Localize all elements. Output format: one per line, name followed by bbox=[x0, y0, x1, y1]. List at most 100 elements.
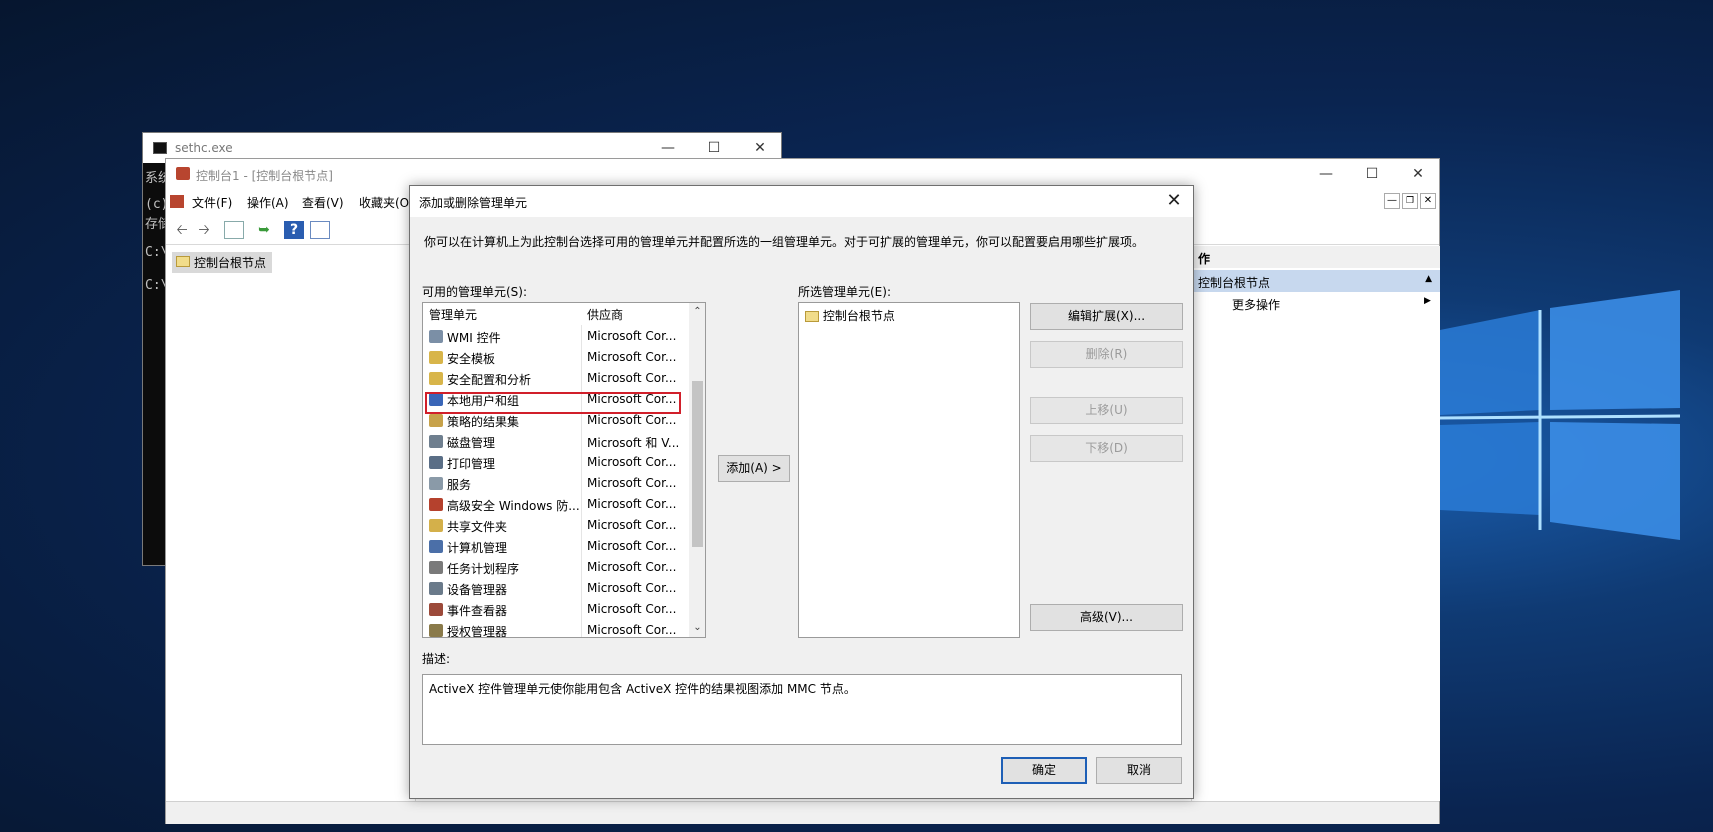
export-list-icon[interactable]: ➥ bbox=[254, 221, 274, 239]
snapin-icon bbox=[429, 624, 443, 637]
actions-header: 作 bbox=[1192, 246, 1440, 268]
snapin-row[interactable]: 共享文件夹 Microsoft Cor... bbox=[423, 515, 689, 536]
edit-extensions-button[interactable]: 编辑扩展(X)... bbox=[1030, 303, 1183, 330]
snapin-row[interactable]: 事件查看器 Microsoft Cor... bbox=[423, 599, 689, 620]
snapin-vendor: Microsoft Cor... bbox=[587, 371, 677, 385]
menu-file[interactable]: 文件(F) bbox=[192, 194, 232, 211]
help-icon[interactable]: ? bbox=[284, 221, 304, 239]
maximize-icon[interactable]: ☐ bbox=[1349, 159, 1395, 189]
snapin-name: 服务 bbox=[447, 478, 472, 492]
forward-icon[interactable]: 🡢 bbox=[194, 221, 214, 239]
advanced-button[interactable]: 高级(V)... bbox=[1030, 604, 1183, 631]
snapin-row[interactable]: 服务 Microsoft Cor... bbox=[423, 473, 689, 494]
dialog-titlebar: 添加或删除管理单元 ✕ bbox=[410, 186, 1193, 217]
snapin-row[interactable]: 任务计划程序 Microsoft Cor... bbox=[423, 557, 689, 578]
available-snapins-label: 可用的管理单元(S): bbox=[422, 285, 528, 299]
cancel-button[interactable]: 取消 bbox=[1096, 757, 1182, 784]
snapin-icon bbox=[429, 435, 443, 448]
minimize-icon[interactable]: — bbox=[1303, 159, 1349, 189]
folder-icon bbox=[805, 311, 819, 322]
snapin-name: WMI 控件 bbox=[447, 331, 501, 345]
snapin-vendor: Microsoft Cor... bbox=[587, 350, 677, 364]
back-icon[interactable]: 🡠 bbox=[172, 221, 192, 239]
snapin-name: 高级安全 Windows 防... bbox=[447, 499, 580, 513]
snapin-row[interactable]: 安全模板 Microsoft Cor... bbox=[423, 347, 689, 368]
list-header: 管理单元 供应商 bbox=[423, 303, 689, 325]
snapin-row[interactable]: 设备管理器 Microsoft Cor... bbox=[423, 578, 689, 599]
vertical-scrollbar[interactable]: ⌃ ⌄ bbox=[689, 303, 705, 637]
snapin-name: 任务计划程序 bbox=[447, 562, 520, 576]
actions-section-label: 控制台根节点 bbox=[1198, 276, 1271, 290]
snapin-row[interactable]: 授权管理器 Microsoft Cor... bbox=[423, 620, 689, 637]
ok-button[interactable]: 确定 bbox=[1001, 757, 1087, 784]
snapin-name: 安全模板 bbox=[447, 352, 496, 366]
snapin-vendor: Microsoft Cor... bbox=[587, 329, 677, 343]
mmc-app-icon bbox=[176, 167, 190, 180]
close-icon[interactable]: ✕ bbox=[1395, 159, 1441, 189]
console-menu-icon[interactable] bbox=[170, 195, 184, 208]
snapin-row[interactable]: 打印管理 Microsoft Cor... bbox=[423, 452, 689, 473]
snapin-icon bbox=[429, 519, 443, 532]
snapin-vendor: Microsoft 和 V... bbox=[587, 436, 680, 450]
snapin-row[interactable]: 高级安全 Windows 防... Microsoft Cor... bbox=[423, 494, 689, 515]
snapin-vendor: Microsoft Cor... bbox=[587, 455, 677, 469]
column-header-vendor[interactable]: 供应商 bbox=[587, 306, 623, 323]
child-restore-icon[interactable]: ❐ bbox=[1402, 193, 1418, 209]
dialog-title: 添加或删除管理单元 bbox=[419, 196, 528, 210]
snapin-icon bbox=[429, 372, 443, 385]
snapin-vendor: Microsoft Cor... bbox=[587, 581, 677, 595]
snapin-vendor: Microsoft Cor... bbox=[587, 497, 677, 511]
snapin-row[interactable]: WMI 控件 Microsoft Cor... bbox=[423, 326, 689, 347]
snapin-vendor: Microsoft Cor... bbox=[587, 623, 677, 637]
scroll-thumb[interactable] bbox=[692, 381, 703, 547]
highlight-box bbox=[425, 392, 681, 414]
actions-section-root[interactable]: 控制台根节点 ▲ bbox=[1192, 270, 1440, 292]
selected-item-label: 控制台根节点 bbox=[822, 309, 895, 323]
show-hide-action-pane-icon[interactable] bbox=[310, 221, 330, 239]
move-up-button[interactable]: 上移(U) bbox=[1030, 397, 1183, 424]
snapin-icon bbox=[429, 561, 443, 574]
description-label: 描述: bbox=[422, 652, 451, 666]
selected-item[interactable]: 控制台根节点 bbox=[805, 307, 895, 324]
cmd-icon bbox=[153, 142, 167, 154]
remove-button[interactable]: 删除(R) bbox=[1030, 341, 1183, 368]
snapin-icon bbox=[429, 351, 443, 364]
available-snapins-list[interactable]: 管理单元 供应商 WMI 控件 Microsoft Cor... 安全模板 Micro… bbox=[422, 302, 706, 638]
add-button[interactable]: 添加(A) > bbox=[718, 455, 790, 482]
submenu-arrow-icon: ▶ bbox=[1424, 296, 1431, 306]
selected-snapins-list[interactable]: 控制台根节点 bbox=[798, 302, 1020, 638]
snapin-name: 策略的结果集 bbox=[447, 415, 520, 429]
actions-pane: 作 控制台根节点 ▲ 更多操作 ▶ bbox=[1191, 246, 1440, 801]
column-header-snapin[interactable]: 管理单元 bbox=[429, 306, 477, 323]
snapin-icon bbox=[429, 603, 443, 616]
snapin-vendor: Microsoft Cor... bbox=[587, 476, 677, 490]
snapin-row[interactable]: 安全配置和分析 Microsoft Cor... bbox=[423, 368, 689, 389]
tree-root-node[interactable]: 控制台根节点 bbox=[172, 252, 273, 273]
snapin-vendor: Microsoft Cor... bbox=[587, 602, 677, 616]
actions-more-item[interactable]: 更多操作 bbox=[1232, 296, 1280, 313]
close-icon[interactable]: ✕ bbox=[1161, 189, 1187, 213]
add-remove-snapins-dialog: 添加或删除管理单元 ✕ 你可以在计算机上为此控制台选择可用的管理单元并配置所选的… bbox=[409, 185, 1194, 799]
move-down-button[interactable]: 下移(D) bbox=[1030, 435, 1183, 462]
menu-action[interactable]: 操作(A) bbox=[247, 194, 289, 211]
collapse-arrow-icon[interactable]: ▲ bbox=[1425, 274, 1432, 284]
actions-more-label: 更多操作 bbox=[1232, 298, 1281, 312]
description-box: ActiveX 控件管理单元使你能用包含 ActiveX 控件的结果视图添加 M… bbox=[422, 674, 1182, 745]
child-close-icon[interactable]: ✕ bbox=[1420, 193, 1436, 209]
scroll-down-icon[interactable]: ⌄ bbox=[689, 619, 705, 637]
snapin-row[interactable]: 计算机管理 Microsoft Cor... bbox=[423, 536, 689, 557]
console-title: sethc.exe bbox=[175, 141, 233, 155]
show-hide-tree-icon[interactable] bbox=[224, 221, 244, 239]
snapin-vendor: Microsoft Cor... bbox=[587, 560, 677, 574]
snapin-name: 计算机管理 bbox=[447, 541, 508, 555]
mmc-title: 控制台1 - [控制台根节点] bbox=[196, 169, 333, 183]
snapin-row[interactable]: 磁盘管理 Microsoft 和 V... bbox=[423, 431, 689, 452]
scroll-up-icon[interactable]: ⌃ bbox=[689, 303, 705, 321]
child-minimize-icon[interactable]: — bbox=[1384, 193, 1400, 209]
dialog-instructions: 你可以在计算机上为此控制台选择可用的管理单元并配置所选的一组管理单元。对于可扩展… bbox=[424, 235, 1145, 249]
snapin-name: 打印管理 bbox=[447, 457, 496, 471]
snapin-icon bbox=[429, 582, 443, 595]
menu-favorites[interactable]: 收藏夹(O bbox=[359, 194, 409, 211]
snapin-icon bbox=[429, 330, 443, 343]
menu-view[interactable]: 查看(V) bbox=[302, 194, 344, 211]
